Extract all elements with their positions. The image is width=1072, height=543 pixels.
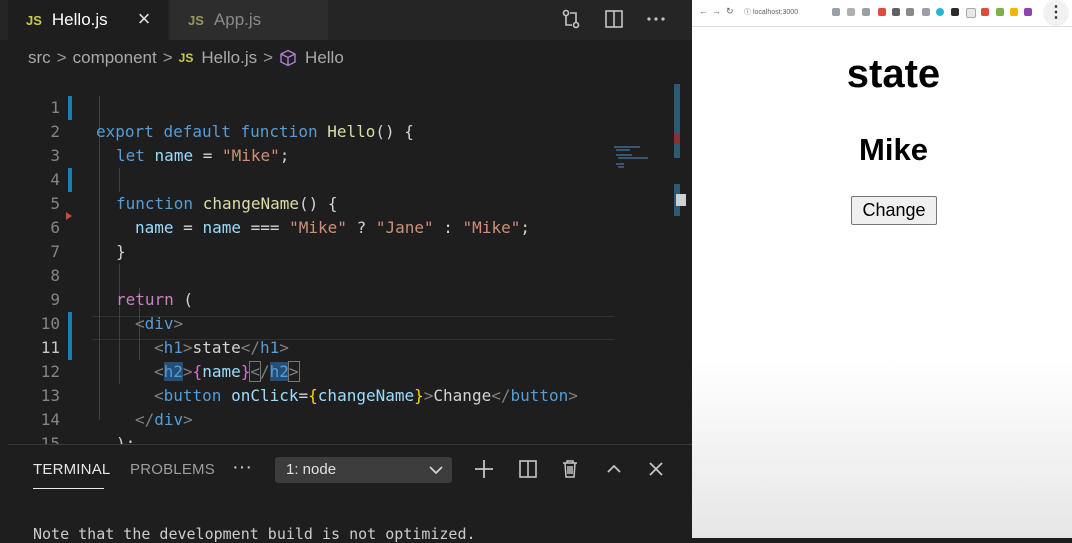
code-line: 11 <h2>{name}</h2> [0,312,680,382]
terminal-panel: TERMINAL PROBLEMS ··· 1: node Note that … [8,444,692,543]
page-heading-name: Mike [859,132,928,167]
active-tab-underline [33,488,104,489]
breadcrumb-component[interactable]: component [73,48,157,68]
url-text: localhost:3000 [752,9,799,16]
extension-icon[interactable] [922,8,930,16]
extension-icon[interactable] [996,8,1004,16]
chevron-right-icon: > [56,48,67,67]
code-line: 13 </div> [0,360,680,429]
add-terminal-icon[interactable] [472,458,496,482]
breadcrumb-symbol[interactable]: Hello [305,48,344,68]
change-button[interactable]: Change [851,196,937,225]
js-file-icon: JS [188,12,204,28]
extension-icon[interactable] [936,8,944,16]
cube-symbol-icon [279,49,297,67]
tab-label: Hello.js [51,10,108,29]
more-actions-icon[interactable] [643,8,669,32]
extension-icon[interactable] [981,8,989,16]
trash-icon[interactable] [558,458,582,482]
address-bar[interactable]: ⓘ localhost:3000 [744,7,798,17]
js-file-icon: JS [26,12,42,28]
split-editor-icon[interactable] [601,8,627,32]
code-line: 6 } [0,192,680,261]
extension-icon[interactable] [966,8,976,18]
terminal-output: Note that the development build is not o… [33,525,476,543]
scrollbar-thumb[interactable] [674,84,680,158]
reload-icon[interactable]: ↻ [726,6,734,17]
code-line: 5 name = name === "Mike" ? "Jane" : "Mik… [0,168,680,237]
tab-app-js[interactable]: JS App.js [170,0,328,40]
breadcrumb: src > component > JS Hello.js > Hello [28,47,344,69]
maximize-panel-icon[interactable] [602,458,626,482]
extension-icon[interactable] [862,8,870,16]
code-line: 2 let name = "Mike"; [0,96,680,165]
code-line: 7 [0,216,680,261]
scroll-cursor-marker [676,194,686,206]
split-terminal-icon[interactable] [516,458,540,482]
tab-terminal[interactable]: TERMINAL [33,461,110,478]
extension-icon[interactable] [906,8,914,16]
more-icon[interactable]: ··· [232,456,252,479]
code-line: 1 export default function Hello() { [0,72,680,141]
close-panel-icon[interactable] [644,458,668,482]
breadcrumb-file[interactable]: Hello.js [201,48,257,68]
code-editor: JS Hello.js × JS App.js src > component … [0,0,692,543]
code-line: 10 <h1>state</h1> [0,288,680,357]
page-heading-state: state [846,52,941,96]
tab-problems[interactable]: PROBLEMS [130,461,215,478]
browser-menu-icon[interactable]: ⋮ [1043,0,1069,26]
code-line: 8 return ( [0,240,680,309]
code-line: 3 [0,120,680,165]
extension-icon[interactable] [832,8,840,16]
code-line: 12 <button onClick={changeName}>Change</… [0,336,680,405]
terminal-select-value: 1: node [286,461,337,478]
minimap[interactable] [614,144,674,184]
page-background [692,360,1072,538]
extension-icon[interactable] [847,8,855,16]
code-area[interactable]: 1 export default function Hello() { 2 le… [0,72,686,477]
code-line: 4 function changeName() { [0,144,680,213]
extension-icon[interactable] [1024,8,1032,16]
browser-window: ← → ↻ ⓘ localhost:3000 ⋮ state Mike Chan… [692,0,1072,538]
back-icon[interactable]: ← [699,6,708,16]
forward-icon[interactable]: → [712,6,721,16]
browser-toolbar: ← → ↻ ⓘ localhost:3000 [692,0,1072,27]
extension-icon[interactable] [892,8,900,16]
extension-icon[interactable] [1010,8,1018,16]
editor-tab-bar: JS Hello.js × JS App.js [0,0,692,40]
breadcrumb-src[interactable]: src [28,48,51,68]
tab-hello-js[interactable]: JS Hello.js × [8,0,168,40]
code-line: 15 } [0,408,680,477]
code-line: 9 <div> [0,264,680,333]
extension-icon[interactable] [951,8,959,16]
chevron-right-icon: > [263,48,274,67]
chevron-right-icon: > [162,48,173,67]
chevron-down-icon [428,457,444,492]
terminal-select[interactable]: 1: node [275,457,452,483]
code-line: 14 ); [0,384,680,453]
error-marker [674,134,680,144]
close-icon[interactable]: × [134,8,154,30]
js-file-icon: JS [178,51,194,65]
tab-label: App.js [213,10,262,29]
compare-changes-icon[interactable] [558,8,584,32]
extension-icon[interactable] [878,8,886,16]
